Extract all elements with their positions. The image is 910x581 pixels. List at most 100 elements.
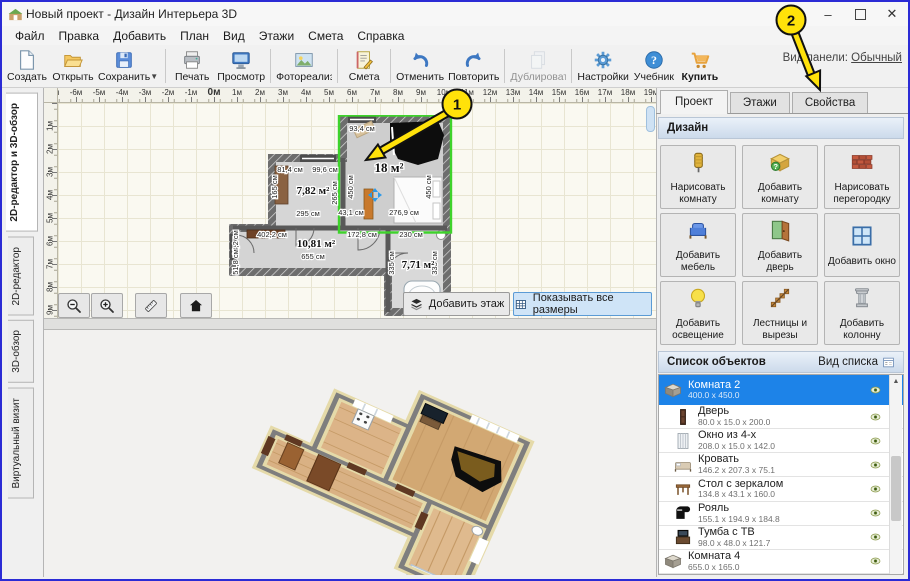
- window-title: Новый проект - Дизайн Интерьера 3D: [26, 7, 237, 21]
- object-row-0[interactable]: Комната 2400.0 x 450.0: [659, 375, 903, 405]
- toolbar: СоздатьОткрытьСохранить▼ ПечатьПросмотрФо…: [2, 45, 908, 88]
- design-light-button[interactable]: Добавить освещение: [660, 281, 736, 345]
- toolbar-separator: [504, 49, 505, 83]
- visibility-eye-icon[interactable]: [868, 459, 883, 471]
- panel-view-switch[interactable]: Вид панели: Обычный: [783, 52, 902, 64]
- list-view-icon[interactable]: [882, 356, 895, 369]
- visibility-eye-icon[interactable]: [868, 435, 883, 447]
- toolbar-estimate-button[interactable]: Смета: [341, 46, 387, 86]
- menu-7[interactable]: Справка: [350, 28, 411, 44]
- menu-5[interactable]: Этажи: [252, 28, 301, 44]
- panel-view-value[interactable]: Обычный: [851, 52, 902, 64]
- visibility-eye-icon[interactable]: [868, 384, 883, 396]
- save-icon: [113, 49, 135, 71]
- save-dropdown-caret[interactable]: ▼: [150, 72, 160, 81]
- object-row-3[interactable]: Кровать146.2 x 207.3 x 75.1: [659, 453, 903, 477]
- design-stairs-button[interactable]: Лестницы и вырезы: [742, 281, 818, 345]
- room-area-label: 10,81 м²: [297, 238, 336, 250]
- left-tab-0[interactable]: 2D-редактор и 3D-обзор: [6, 93, 38, 232]
- design-door-button[interactable]: Добавить дверь: [742, 213, 818, 277]
- design-furniture-button[interactable]: Добавить мебель: [660, 213, 736, 277]
- room-icon: [663, 551, 683, 571]
- panel-tab-0[interactable]: Проект: [660, 90, 728, 114]
- add-room-icon: ?: [767, 149, 793, 180]
- show-all-sizes-button[interactable]: Показывать все размеры: [513, 292, 652, 316]
- scrollbar-thumb[interactable]: [891, 456, 901, 521]
- minimize-button[interactable]: –: [812, 2, 844, 26]
- ruler-v-label: 5м: [46, 212, 55, 224]
- toolbar-buy-button[interactable]: Купить: [677, 46, 723, 86]
- menu-2[interactable]: Добавить: [106, 28, 173, 44]
- toolbar-redo-button[interactable]: Повторить: [446, 46, 501, 86]
- design-partition-button[interactable]: Нарисовать перегородку: [824, 145, 900, 209]
- svg-text:?: ?: [651, 53, 657, 67]
- ruler-h-label: 0м: [208, 88, 221, 98]
- toolbar-preview-button[interactable]: Просмотр: [215, 46, 267, 86]
- toolbar-separator: [337, 49, 338, 83]
- ruler-h-label: 5м: [324, 88, 334, 97]
- doorobj-icon: [673, 407, 693, 427]
- object-row-7[interactable]: Комната 4655.0 x 165.0: [659, 550, 903, 574]
- home-view-button[interactable]: [180, 293, 212, 318]
- ruler-h-label: 8м: [393, 88, 403, 97]
- toolbar-open-button[interactable]: Открыть: [50, 46, 96, 86]
- left-tab-3[interactable]: Виртуальный визит: [8, 388, 34, 499]
- toolbar-photo-button[interactable]: Фотореализ: [274, 46, 334, 86]
- object-row-5[interactable]: Рояль155.1 x 194.9 x 184.8: [659, 502, 903, 526]
- visibility-eye-icon[interactable]: [868, 507, 883, 519]
- object-row-6[interactable]: Тумба с ТВ98.0 x 48.0 x 121.7: [659, 526, 903, 550]
- visibility-eye-icon[interactable]: [868, 411, 883, 423]
- toolbar-undo-button[interactable]: Отменить: [394, 46, 446, 86]
- visibility-eye-icon[interactable]: [868, 531, 883, 543]
- toolbar-new-button[interactable]: Создать: [4, 46, 50, 86]
- toolbar-save-button[interactable]: Сохранить: [96, 46, 152, 86]
- new-icon: [16, 49, 38, 71]
- menu-1[interactable]: Правка: [52, 28, 107, 44]
- object-row-1[interactable]: Дверь80.0 x 15.0 x 200.0: [659, 405, 903, 429]
- visibility-eye-icon[interactable]: [868, 483, 883, 495]
- toolbar-print-button[interactable]: Печать: [169, 46, 215, 86]
- menu-0[interactable]: Файл: [8, 28, 52, 44]
- design-draw-room-button[interactable]: Нарисовать комнату: [660, 145, 736, 209]
- bed-icon: [673, 455, 693, 475]
- object-list-scrollbar[interactable]: ▲: [889, 375, 902, 574]
- 2d-scrollbar-thumb[interactable]: [646, 106, 655, 132]
- ruler-h-label: 1м: [232, 88, 242, 97]
- view-splitter[interactable]: [44, 318, 656, 330]
- left-tab-1[interactable]: 2D-редактор: [8, 237, 34, 316]
- maximize-button[interactable]: [844, 2, 876, 26]
- menu-4[interactable]: Вид: [216, 28, 252, 44]
- design-column-button[interactable]: Добавить колонну: [824, 281, 900, 345]
- right-panel-tabs: ПроектЭтажиСвойства: [656, 88, 908, 114]
- left-tab-2[interactable]: 3D-обзор: [8, 320, 34, 383]
- scroll-up-arrow[interactable]: ▲: [890, 375, 902, 388]
- panel-tab-1[interactable]: Этажи: [730, 92, 790, 113]
- floor-plan[interactable]: 93,4 см450 см450 см276,9 см43,1 см81,4 с…: [186, 115, 466, 320]
- design-window-button[interactable]: Добавить окно: [824, 213, 900, 277]
- design-add-room-button[interactable]: ?Добавить комнату: [742, 145, 818, 209]
- object-dims: 208.0 x 15.0 x 142.0: [698, 442, 775, 451]
- measure-button[interactable]: [135, 293, 167, 318]
- visibility-eye-icon[interactable]: [868, 555, 883, 567]
- object-row-2[interactable]: Окно из 4-х208.0 x 15.0 x 142.0: [659, 429, 903, 453]
- 3d-view[interactable]: [44, 330, 656, 575]
- object-row-4[interactable]: Стол с зеркалом134.8 x 43.1 x 160.0: [659, 477, 903, 501]
- objects-title: Список объектов: [667, 356, 766, 368]
- panel-tab-2[interactable]: Свойства: [792, 92, 869, 113]
- draw-room-icon: [685, 149, 711, 180]
- object-dims: 80.0 x 15.0 x 200.0: [698, 418, 770, 427]
- ruler-h-label: 19м: [644, 88, 656, 97]
- add-floor-button[interactable]: Добавить этаж: [403, 292, 510, 316]
- menu-6[interactable]: Смета: [301, 28, 350, 44]
- dim-label: 295 см: [296, 209, 320, 218]
- close-button[interactable]: ✕: [876, 2, 908, 26]
- toolbar-settings-button[interactable]: Настройки: [575, 46, 631, 86]
- open-icon: [62, 49, 84, 71]
- ruler-h-label: 2м: [255, 88, 265, 97]
- size-grid-icon: [514, 297, 528, 312]
- toolbar-tutorial-button[interactable]: ?Учебник: [631, 46, 677, 86]
- zoom-out-button[interactable]: [58, 293, 90, 318]
- ruler-h-label: 12м: [483, 88, 497, 97]
- zoom-in-button[interactable]: [91, 293, 123, 318]
- menu-3[interactable]: План: [173, 28, 216, 44]
